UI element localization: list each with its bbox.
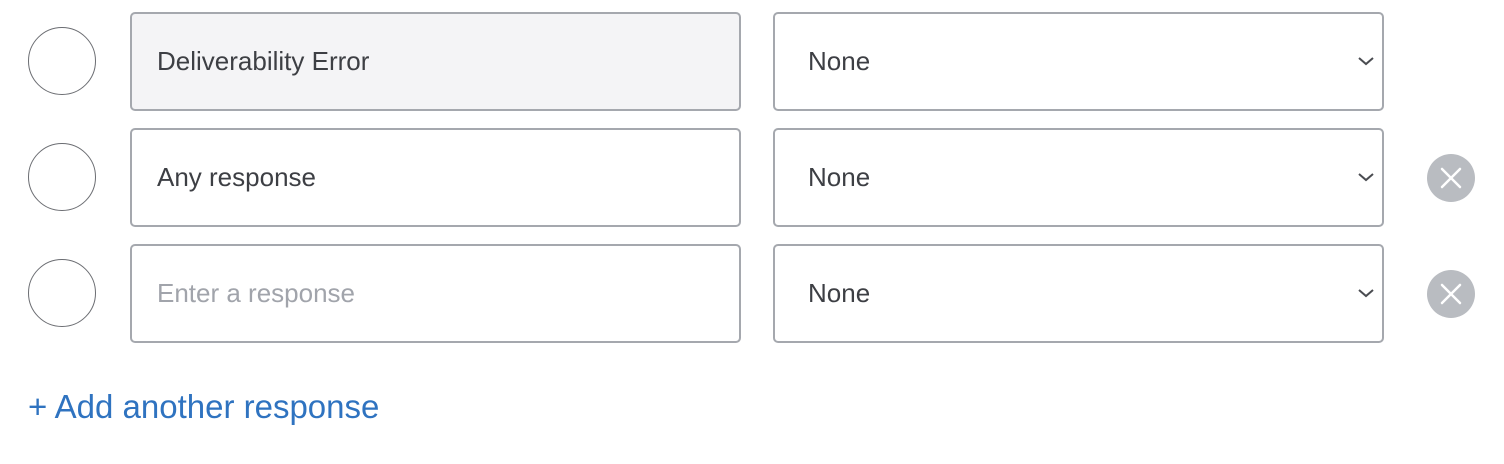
response-row: None bbox=[0, 128, 1504, 228]
response-text-field[interactable] bbox=[130, 128, 741, 227]
chevron-down-icon bbox=[1358, 289, 1374, 298]
add-another-response-link[interactable]: + Add another response bbox=[28, 388, 379, 426]
response-row: None bbox=[0, 12, 1504, 112]
remove-response-button[interactable] bbox=[1427, 154, 1475, 202]
response-radio[interactable] bbox=[28, 143, 96, 211]
chevron-down-icon bbox=[1358, 57, 1374, 66]
select-value: None bbox=[808, 162, 871, 192]
response-action-select[interactable]: None bbox=[773, 12, 1384, 111]
select-value: None bbox=[808, 278, 871, 308]
response-action-select[interactable]: None bbox=[773, 244, 1384, 343]
chevron-down-icon bbox=[1358, 173, 1374, 182]
close-icon bbox=[1440, 167, 1462, 189]
select-value: None bbox=[808, 46, 871, 76]
response-action-select[interactable]: None bbox=[773, 128, 1384, 227]
remove-response-button[interactable] bbox=[1427, 270, 1475, 318]
response-row: None bbox=[0, 244, 1504, 344]
response-text-field[interactable] bbox=[130, 12, 741, 111]
response-radio[interactable] bbox=[28, 259, 96, 327]
response-radio[interactable] bbox=[28, 27, 96, 95]
close-icon bbox=[1440, 283, 1462, 305]
response-text-field[interactable] bbox=[130, 244, 741, 343]
